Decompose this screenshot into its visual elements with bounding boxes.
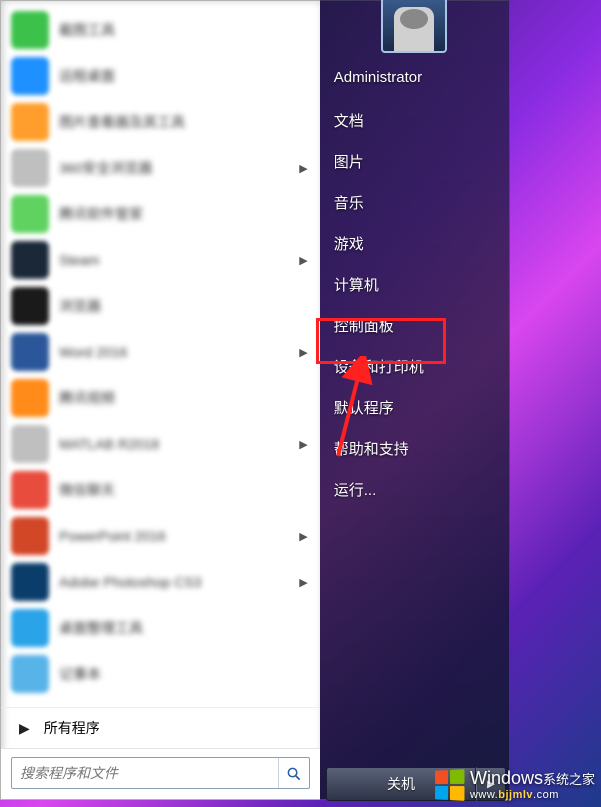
- program-label: Adobe Photoshop CS3: [59, 574, 299, 590]
- search-input[interactable]: [12, 765, 278, 781]
- right-panel-item[interactable]: 游戏: [320, 223, 509, 264]
- app-icon: [11, 57, 49, 95]
- app-icon: [11, 379, 49, 417]
- start-menu-right-panel: Administrator文档图片音乐游戏计算机控制面板设备和打印机默认程序帮助…: [320, 0, 510, 800]
- program-label: Steam: [59, 252, 299, 268]
- watermark: Windows系统之家 www.bjjmlv.com: [434, 769, 595, 801]
- app-icon: [11, 563, 49, 601]
- program-label: 图片查看器及其工具: [59, 112, 312, 132]
- program-item[interactable]: 远程桌面: [1, 53, 320, 99]
- app-icon: [11, 609, 49, 647]
- submenu-arrow-icon: ▶: [299, 254, 311, 267]
- program-item[interactable]: 桌面整理工具: [1, 605, 320, 651]
- right-panel-item[interactable]: Administrator: [320, 59, 509, 100]
- program-item[interactable]: 腾讯软件管家: [1, 191, 320, 237]
- program-item[interactable]: Word 2016▶: [1, 329, 320, 375]
- submenu-arrow-icon: ▶: [299, 438, 311, 451]
- program-item[interactable]: 微信聊天: [1, 467, 320, 513]
- desktop-background: 截图工具远程桌面图片查看器及其工具360安全浏览器▶腾讯软件管家Steam▶浏览…: [0, 0, 601, 807]
- app-icon: [11, 471, 49, 509]
- program-item[interactable]: 360安全浏览器▶: [1, 145, 320, 191]
- program-label: 桌面整理工具: [59, 618, 312, 638]
- right-panel-item[interactable]: 图片: [320, 141, 509, 182]
- right-panel-item[interactable]: 计算机: [320, 264, 509, 305]
- right-panel-item[interactable]: 控制面板: [320, 305, 509, 346]
- app-icon: [11, 11, 49, 49]
- app-icon: [11, 287, 49, 325]
- start-menu-body: 截图工具远程桌面图片查看器及其工具360安全浏览器▶腾讯软件管家Steam▶浏览…: [0, 0, 510, 800]
- program-item[interactable]: Adobe Photoshop CS3▶: [1, 559, 320, 605]
- submenu-arrow-icon: ▶: [299, 576, 311, 589]
- program-label: PowerPoint 2016: [59, 528, 299, 544]
- right-panel-item[interactable]: 文档: [320, 100, 509, 141]
- program-item[interactable]: MATLAB R2018▶: [1, 421, 320, 467]
- start-menu-left-panel: 截图工具远程桌面图片查看器及其工具360安全浏览器▶腾讯软件管家Steam▶浏览…: [0, 0, 320, 800]
- robot-icon: [394, 7, 434, 51]
- program-label: 远程桌面: [59, 66, 312, 86]
- program-label: 截图工具: [59, 20, 312, 40]
- program-label: 记事本: [59, 664, 312, 684]
- program-label: 腾讯视频: [59, 388, 312, 408]
- program-item[interactable]: 腾讯视频: [1, 375, 320, 421]
- app-icon: [11, 149, 49, 187]
- program-item[interactable]: 图片查看器及其工具: [1, 99, 320, 145]
- app-icon: [11, 517, 49, 555]
- search-button[interactable]: [278, 758, 309, 788]
- submenu-arrow-icon: ▶: [299, 530, 311, 543]
- submenu-arrow-icon: ▶: [299, 162, 311, 175]
- all-programs-button[interactable]: ▶ 所有程序: [1, 707, 320, 748]
- program-label: 浏览器: [59, 296, 312, 316]
- right-panel-item[interactable]: 设备和打印机: [320, 346, 509, 387]
- program-item[interactable]: 截图工具: [1, 7, 320, 53]
- right-panel-item[interactable]: 帮助和支持: [320, 428, 509, 469]
- program-label: 腾讯软件管家: [59, 204, 312, 224]
- app-icon: [11, 103, 49, 141]
- program-item[interactable]: 记事本: [1, 651, 320, 697]
- program-label: 微信聊天: [59, 480, 312, 500]
- triangle-right-icon: ▶: [19, 720, 30, 737]
- program-list: 截图工具远程桌面图片查看器及其工具360安全浏览器▶腾讯软件管家Steam▶浏览…: [1, 1, 320, 707]
- app-icon: [11, 333, 49, 371]
- start-menu: 截图工具远程桌面图片查看器及其工具360安全浏览器▶腾讯软件管家Steam▶浏览…: [0, 0, 510, 800]
- program-item[interactable]: PowerPoint 2016▶: [1, 513, 320, 559]
- right-panel-item[interactable]: 音乐: [320, 182, 509, 223]
- search-box: [11, 757, 310, 789]
- windows-logo-icon: [435, 769, 464, 801]
- program-item[interactable]: 浏览器: [1, 283, 320, 329]
- all-programs-label: 所有程序: [44, 718, 100, 738]
- right-panel-item[interactable]: 默认程序: [320, 387, 509, 428]
- app-icon: [11, 241, 49, 279]
- app-icon: [11, 195, 49, 233]
- program-label: MATLAB R2018: [59, 436, 299, 452]
- app-icon: [11, 425, 49, 463]
- search-row: [1, 748, 320, 799]
- right-panel-item[interactable]: 运行...: [320, 469, 509, 510]
- app-icon: [11, 655, 49, 693]
- program-item[interactable]: Steam▶: [1, 237, 320, 283]
- search-icon: [286, 766, 301, 781]
- program-label: Word 2016: [59, 344, 299, 360]
- user-avatar[interactable]: [381, 0, 447, 53]
- program-label: 360安全浏览器: [59, 158, 299, 178]
- submenu-arrow-icon: ▶: [299, 346, 311, 359]
